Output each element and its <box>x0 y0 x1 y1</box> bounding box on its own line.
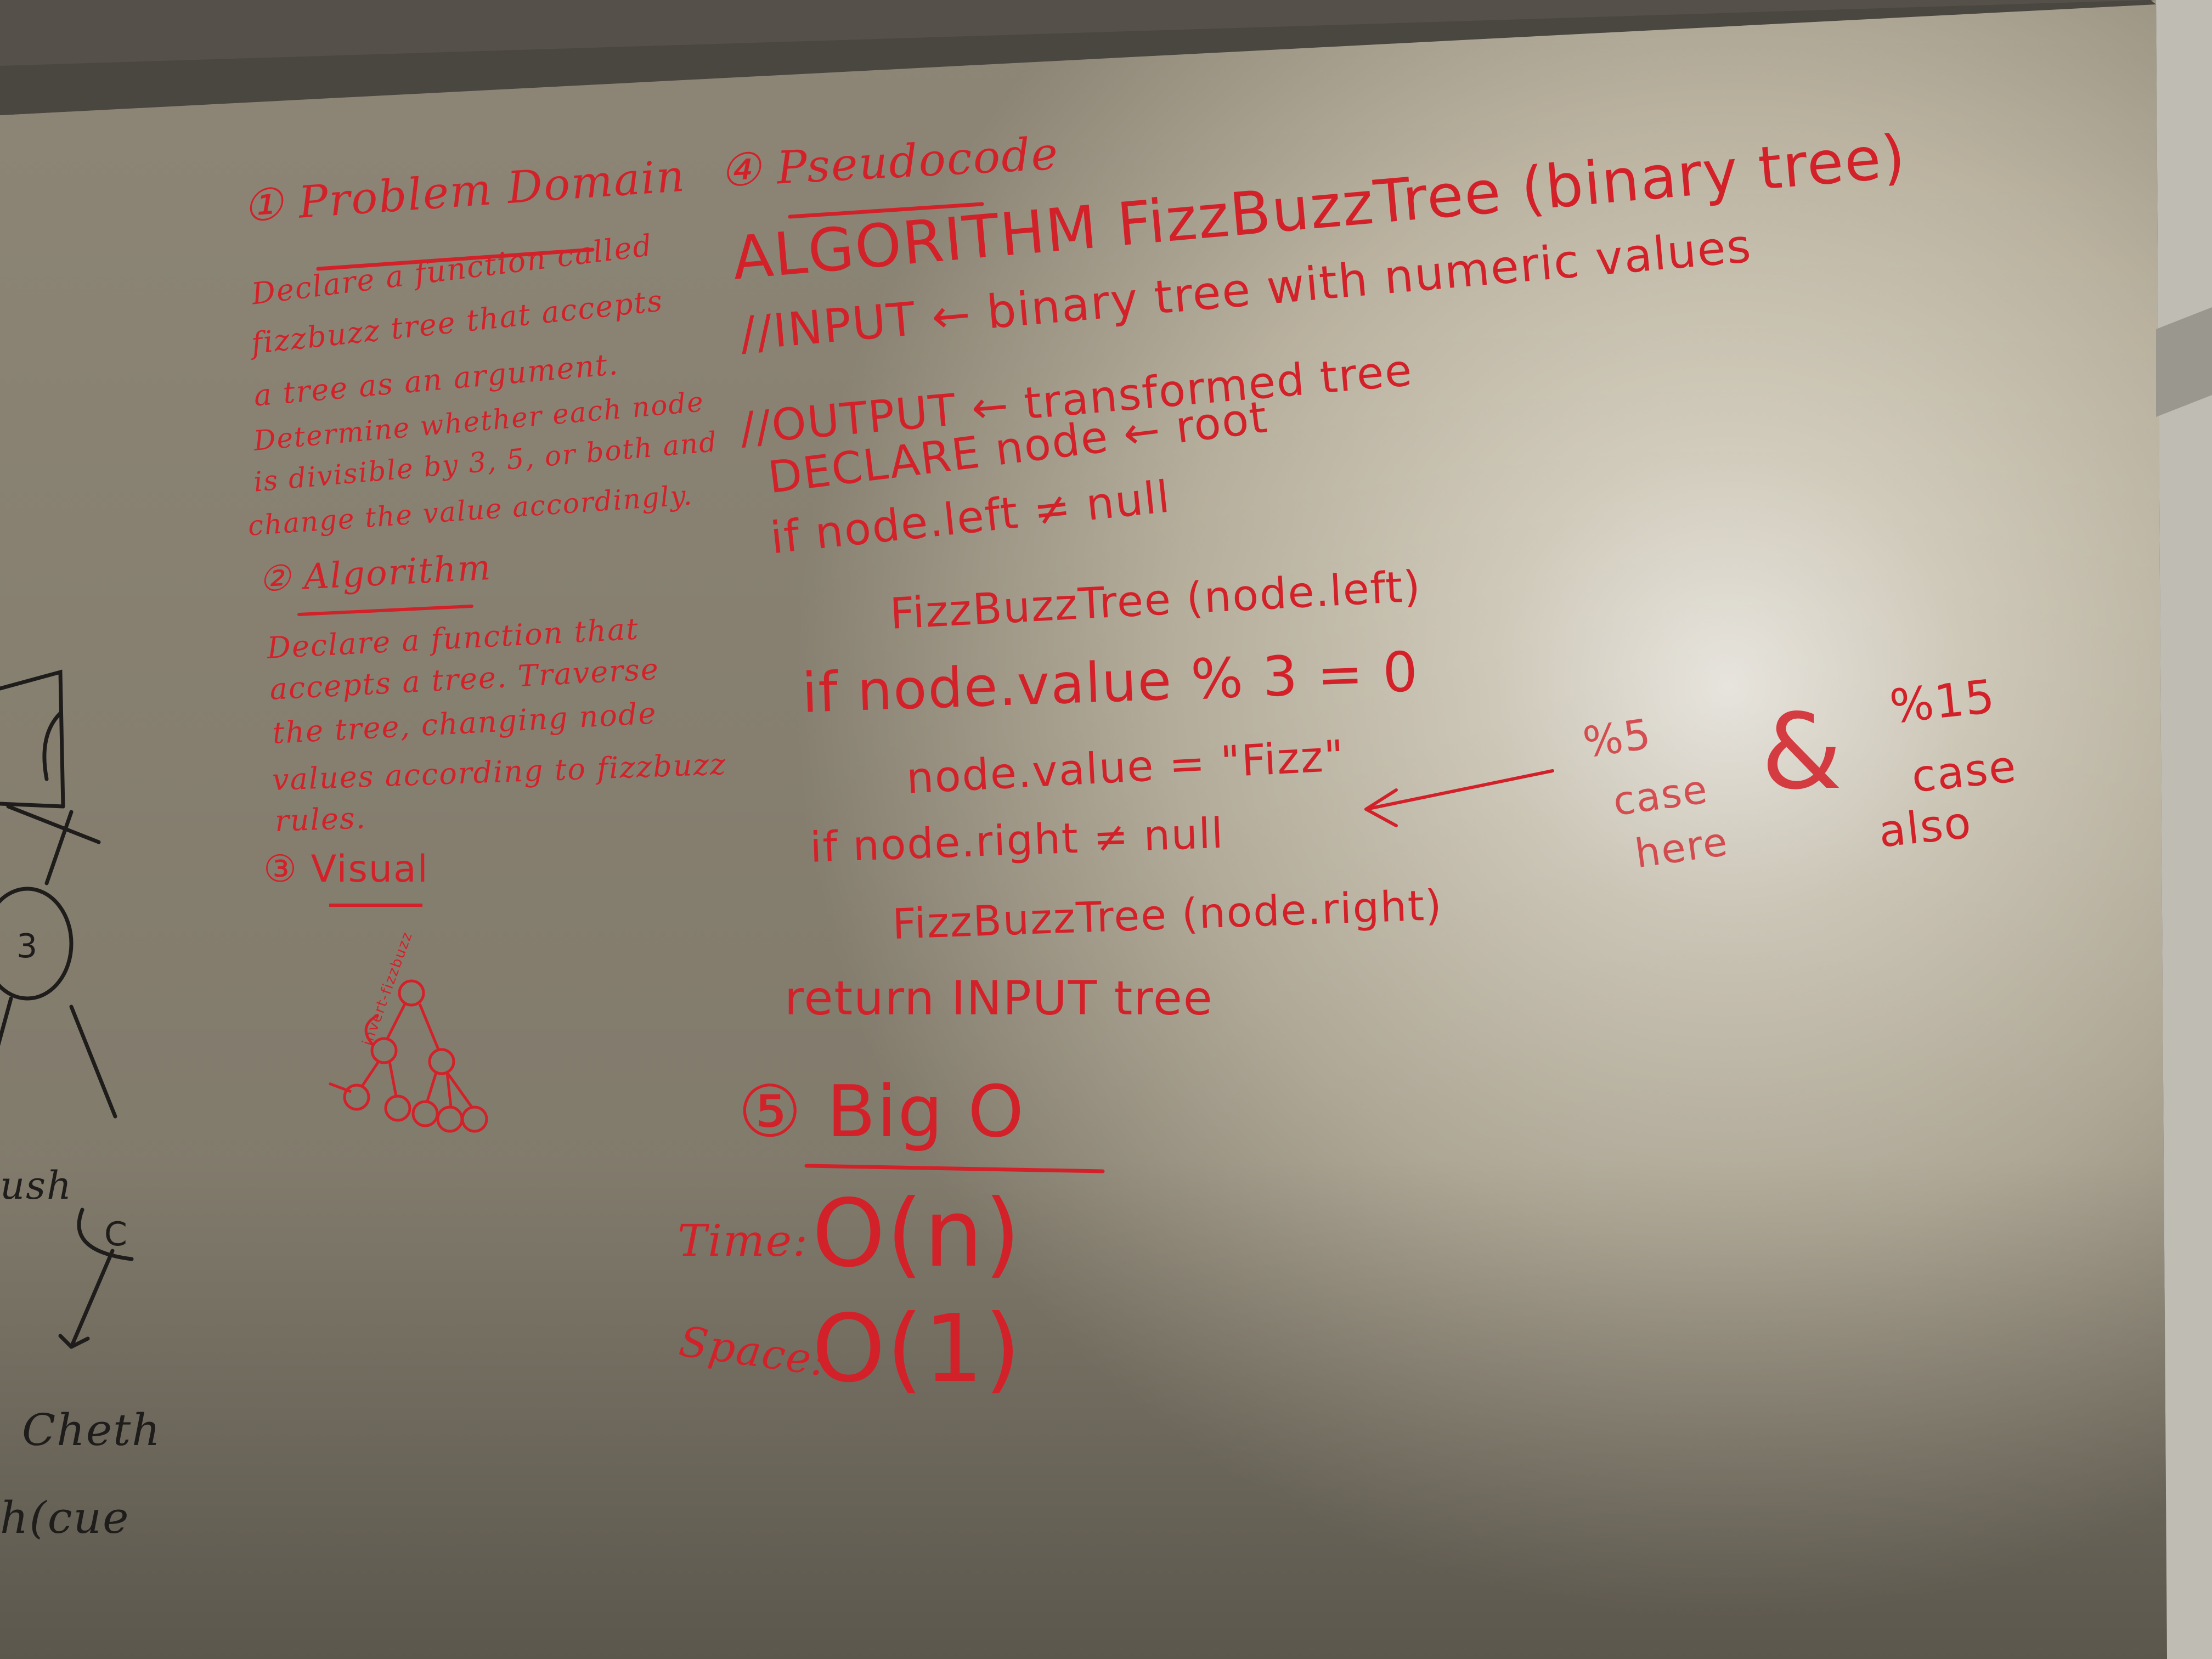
left-node-label: 3 <box>16 927 39 966</box>
left-c-label: C <box>104 1215 128 1254</box>
left-cheth-fragment: Cheth <box>22 1404 161 1455</box>
whiteboard-photo: ① Problem Domain Declare a function call… <box>0 0 2212 1659</box>
left-queue-fragment: h(cue <box>0 1492 130 1543</box>
left-edge-sketch <box>0 669 134 1349</box>
left-push-fragment: ush <box>0 1163 73 1208</box>
